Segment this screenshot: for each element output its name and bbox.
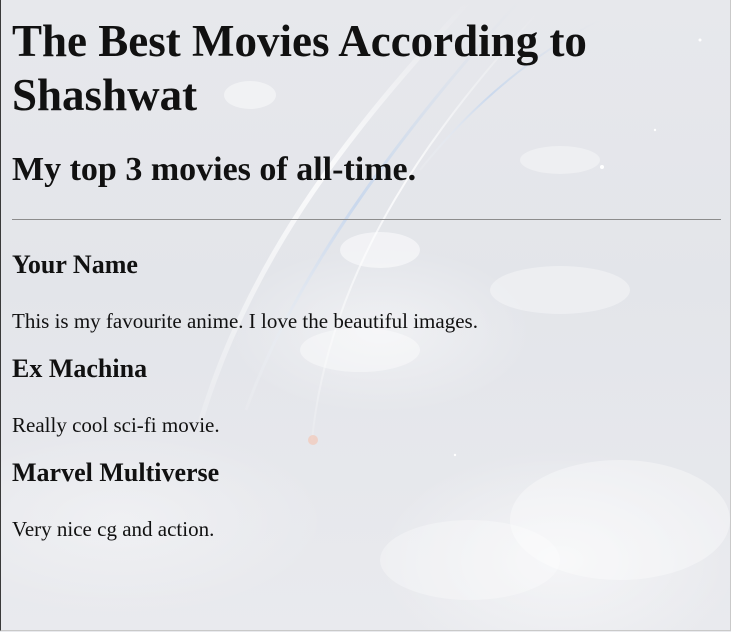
movie-title-marvel-multiverse: Marvel Multiverse [12,458,220,487]
main-content: The Best Movies According to Shashwat My… [12,0,722,542]
movie-title-ex-machina: Ex Machina [12,354,148,383]
movie-description-ex-machina: Really cool sci-fi movie. [12,413,220,437]
divider [12,219,721,220]
movie-description-your-name: This is my favourite anime. I love the b… [12,309,478,333]
movie-title-your-name: Your Name [12,250,138,279]
movie-description-marvel-multiverse: Very nice cg and action. [12,517,215,541]
page-subtitle: My top 3 movies of all-time. [12,151,417,188]
page-title: The Best Movies According to Shashwat [12,16,587,120]
